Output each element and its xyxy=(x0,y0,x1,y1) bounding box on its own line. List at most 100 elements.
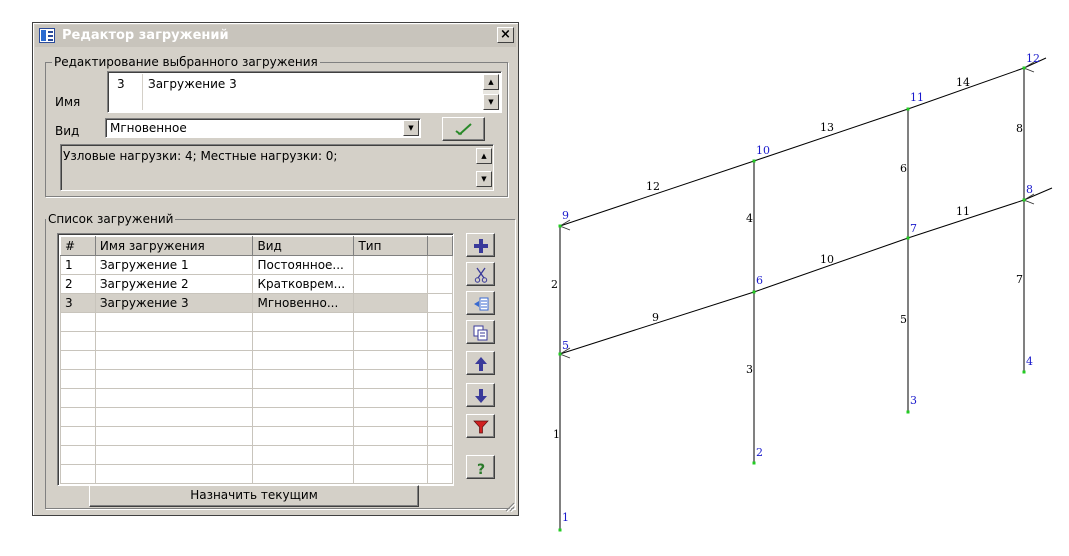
empty-row[interactable] xyxy=(60,445,453,465)
node-marker[interactable] xyxy=(906,107,910,111)
element-label: 7 xyxy=(1016,273,1023,286)
node-marker[interactable] xyxy=(752,461,756,465)
empty-row[interactable] xyxy=(60,369,453,389)
move-up-button[interactable] xyxy=(466,351,495,375)
node-label: 12 xyxy=(1026,52,1040,65)
empty-row[interactable] xyxy=(60,407,453,427)
name-scrollbar[interactable]: ▲ ▼ xyxy=(483,74,499,110)
filter-button[interactable] xyxy=(466,414,495,438)
node-label: 5 xyxy=(562,339,569,352)
node-label: 11 xyxy=(910,91,924,104)
node-marker[interactable] xyxy=(752,159,756,163)
node-marker[interactable] xyxy=(1022,66,1026,70)
node-marker[interactable] xyxy=(752,290,756,294)
list-group-legend: Список загружений xyxy=(46,212,176,226)
row-number: 1 xyxy=(60,255,96,275)
node-marker[interactable] xyxy=(558,224,562,228)
empty-row[interactable] xyxy=(60,426,453,446)
element-label: 6 xyxy=(900,162,907,175)
empty-row[interactable] xyxy=(60,350,453,370)
frame-element[interactable] xyxy=(559,160,755,227)
insert-load-case-button[interactable] xyxy=(466,291,495,315)
table-row-selected[interactable]: 3 Загружение 3 Мгновенно... xyxy=(60,293,453,313)
node-marker[interactable] xyxy=(906,236,910,240)
title-bar[interactable]: Редактор загружений × xyxy=(35,25,516,47)
window-title: Редактор загружений xyxy=(62,28,229,43)
element-label: 8 xyxy=(1016,122,1023,135)
row-type xyxy=(353,255,429,275)
node-label: 1 xyxy=(562,511,569,524)
copy-icon xyxy=(473,325,488,341)
resize-grip-icon[interactable] xyxy=(503,500,515,512)
element-label: 5 xyxy=(900,313,907,326)
element-label: 3 xyxy=(746,363,753,376)
checkmark-icon xyxy=(455,123,472,136)
table-row[interactable]: 1 Загружение 1 Постоянное... xyxy=(60,255,453,275)
copy-load-case-button[interactable] xyxy=(466,320,495,344)
empty-row[interactable] xyxy=(60,312,453,332)
row-name: Загружение 3 xyxy=(94,293,254,313)
node-marker[interactable] xyxy=(906,410,910,414)
node-marker[interactable] xyxy=(1022,370,1026,374)
column-header-number[interactable]: # xyxy=(60,236,96,256)
table-row[interactable]: 2 Загружение 2 Кратковрем... xyxy=(60,274,453,294)
scroll-up-button[interactable]: ▲ xyxy=(476,148,492,164)
empty-row[interactable] xyxy=(60,331,453,351)
name-field[interactable]: 3 Загружение 3 ▲ ▼ xyxy=(107,71,502,113)
type-select-value: Мгновенное xyxy=(110,121,187,135)
row-kind: Кратковрем... xyxy=(252,274,355,294)
element-label: 4 xyxy=(746,212,753,225)
assign-current-button[interactable]: Назначить текущим xyxy=(89,485,419,507)
row-kind: Мгновенно... xyxy=(252,293,355,313)
node-marker[interactable] xyxy=(1022,198,1026,202)
element-label: 14 xyxy=(956,76,970,89)
column-header-name[interactable]: Имя загружения xyxy=(94,236,254,256)
column-header-kind[interactable]: Вид xyxy=(252,236,355,256)
node-marker[interactable] xyxy=(558,352,562,356)
node-label: 7 xyxy=(910,222,917,235)
empty-row[interactable] xyxy=(60,464,453,484)
frame-element[interactable] xyxy=(753,108,909,162)
element-label: 10 xyxy=(820,253,834,266)
help-icon: ? xyxy=(477,462,485,476)
frame-nodes: 123456789101112 xyxy=(558,52,1040,532)
row-filler xyxy=(427,274,453,294)
insert-icon xyxy=(474,297,489,311)
help-button[interactable]: ? xyxy=(466,455,495,479)
element-label: 12 xyxy=(646,180,660,193)
empty-row[interactable] xyxy=(60,388,453,408)
model-view-canvas[interactable]: 1234567891011121314 123456789101112 xyxy=(540,40,1060,540)
type-select[interactable]: Мгновенное ▼ xyxy=(105,118,421,138)
node-label: 4 xyxy=(1026,355,1033,368)
load-info-text: Узловые нагрузки: 4; Местные нагрузки: 0… xyxy=(63,149,338,163)
node-marker[interactable] xyxy=(558,528,562,532)
element-label: 1 xyxy=(553,428,560,441)
node-label: 6 xyxy=(756,274,763,287)
cut-icon xyxy=(474,267,488,283)
cut-load-case-button[interactable] xyxy=(466,262,495,286)
load-case-table[interactable]: # Имя загружения Вид Тип 1 Загружение 1 … xyxy=(57,233,454,486)
column-header-type[interactable]: Тип xyxy=(353,236,429,256)
node-label: 8 xyxy=(1026,183,1033,196)
scroll-down-button[interactable]: ▼ xyxy=(476,171,492,187)
element-label: 11 xyxy=(956,205,970,218)
move-down-button[interactable] xyxy=(466,383,495,407)
scroll-down-button[interactable]: ▼ xyxy=(483,94,499,110)
apply-button[interactable] xyxy=(442,117,485,141)
arrow-down-icon xyxy=(475,389,487,403)
edit-group-legend: Редактирование выбранного загружения xyxy=(52,55,320,69)
info-scrollbar[interactable]: ▲ ▼ xyxy=(476,148,492,187)
close-button[interactable]: × xyxy=(497,27,514,43)
load-info-box: Узловые нагрузки: 4; Местные нагрузки: 0… xyxy=(60,144,494,191)
chevron-down-icon[interactable]: ▼ xyxy=(403,120,419,136)
row-kind: Постоянное... xyxy=(252,255,355,275)
load-case-editor-dialog: Редактор загружений × Редактирование выб… xyxy=(32,22,519,516)
close-icon: × xyxy=(500,27,511,42)
name-number-divider xyxy=(142,74,143,110)
row-type xyxy=(353,293,429,313)
add-load-case-button[interactable] xyxy=(466,233,495,257)
scroll-up-button[interactable]: ▲ xyxy=(483,74,499,90)
node-label: 2 xyxy=(756,446,763,459)
filter-icon xyxy=(473,420,489,434)
svg-text:?: ? xyxy=(477,462,485,476)
